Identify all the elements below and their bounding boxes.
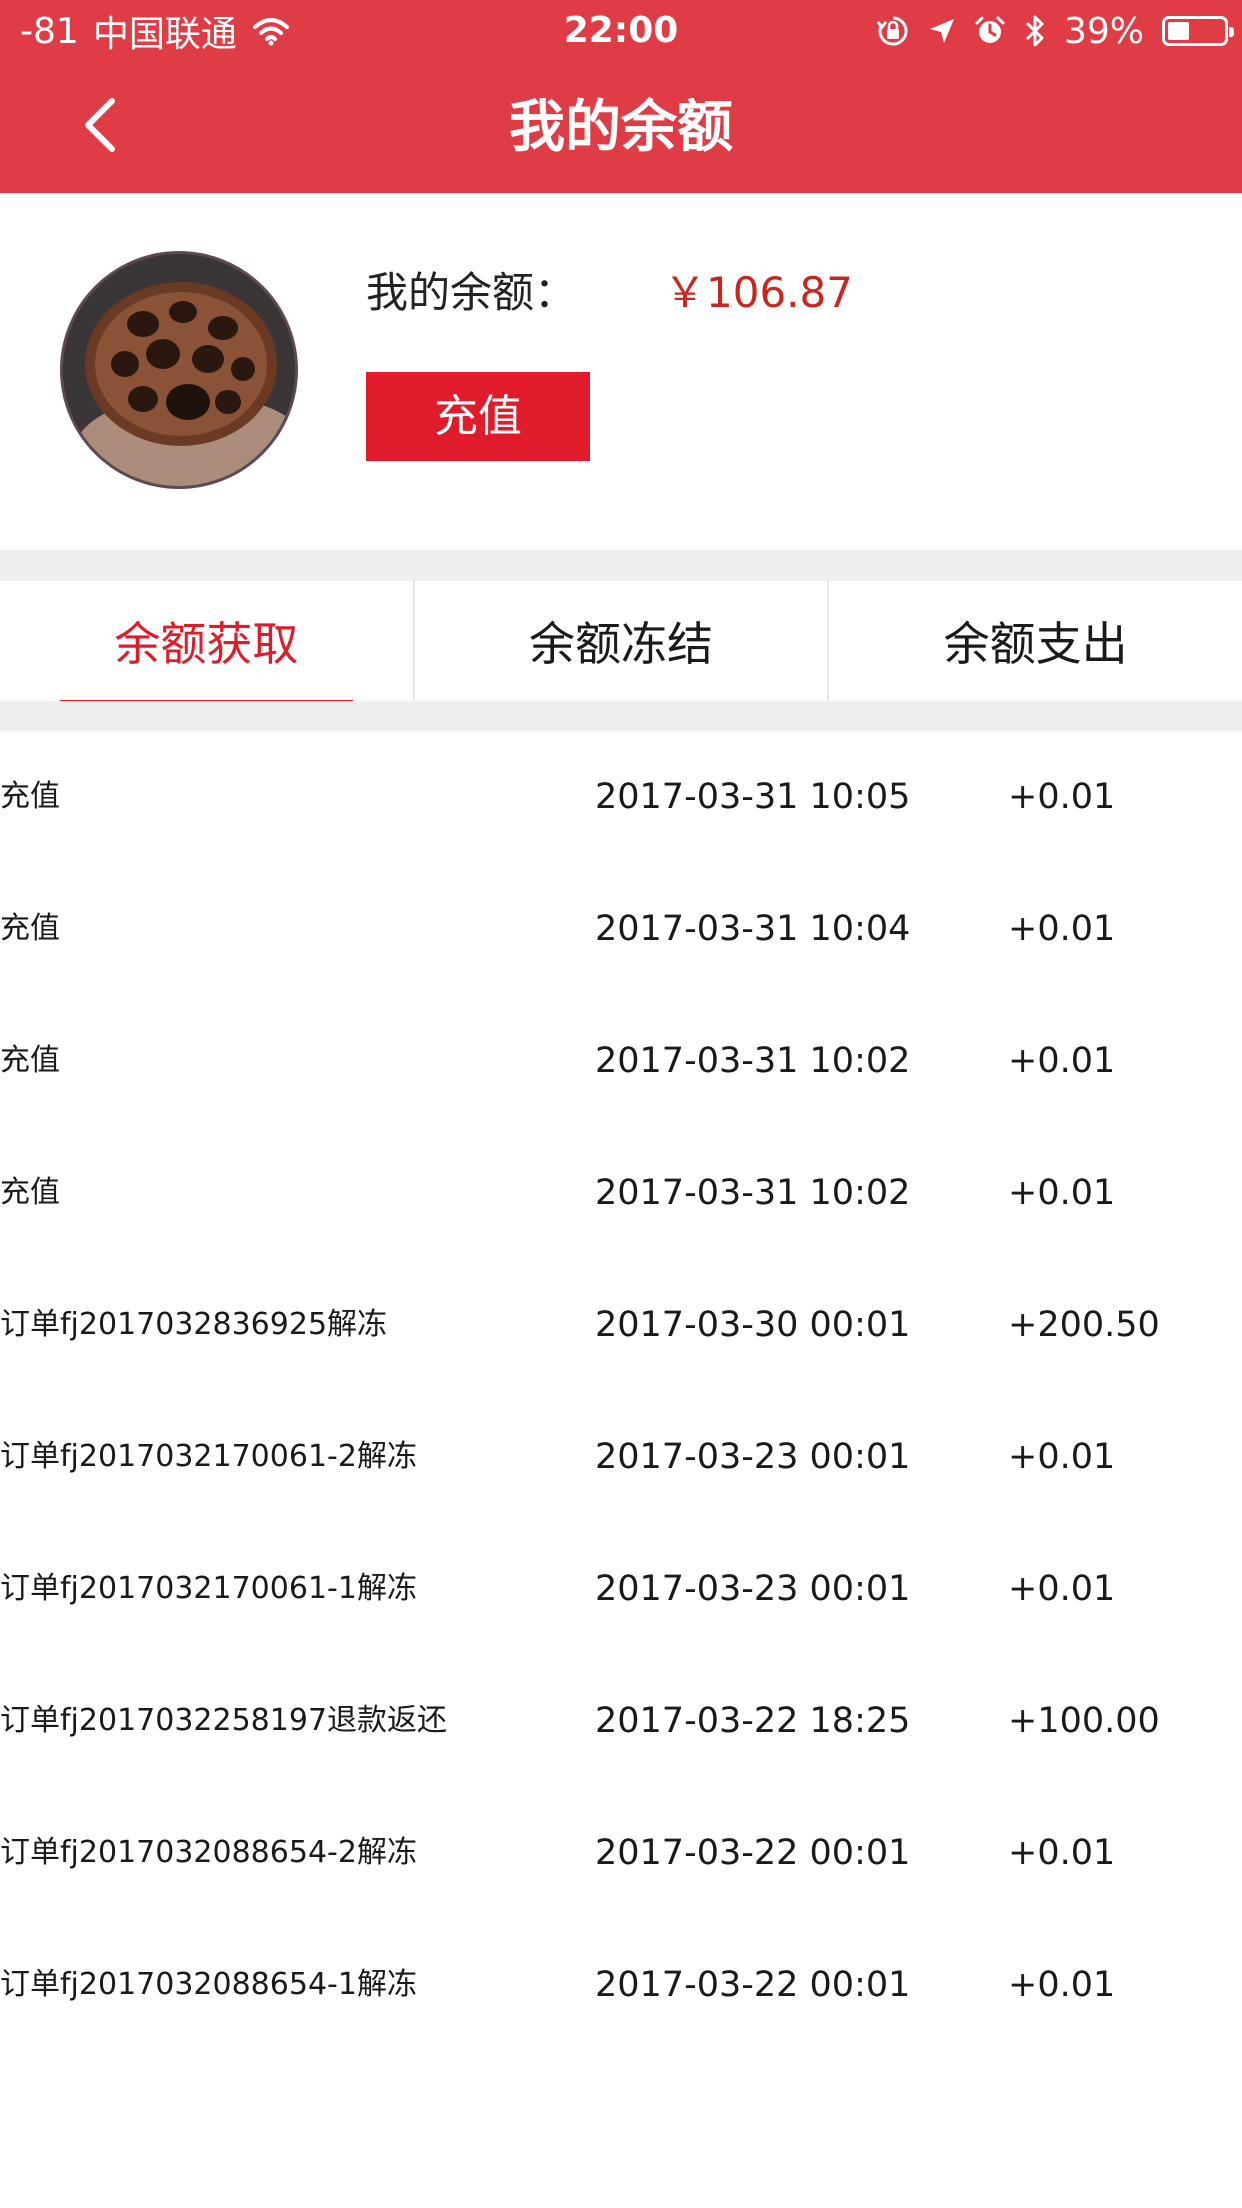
tab-balance-income[interactable]: 余额获取: [0, 581, 413, 706]
transaction-amount: +0.01: [1008, 1569, 1116, 1609]
table-row[interactable]: 充值 2017-03-31 10:04 +0.01: [0, 863, 1242, 995]
tab-label: 余额支出: [943, 617, 1128, 671]
transaction-description: 订单fj2017032258197退款返还: [0, 1703, 448, 1738]
recharge-button[interactable]: 充值: [366, 372, 590, 461]
app-header: -81 中国联通 22:00 39% 我的余额: [0, 0, 1242, 193]
wifi-icon: [251, 16, 291, 46]
tab-balance-frozen[interactable]: 余额冻结: [412, 581, 828, 701]
transaction-description: 订单fj2017032170061-2解冻: [0, 1439, 417, 1474]
tab-label: 余额冻结: [529, 617, 713, 671]
table-row[interactable]: 订单fj2017032258197退款返还 2017-03-22 18:25 +…: [0, 1655, 1242, 1787]
transaction-time: 2017-03-31 10:05: [595, 777, 911, 817]
transaction-time: 2017-03-22 18:25: [595, 1701, 911, 1741]
page-title: 我的余额: [509, 95, 733, 160]
back-button[interactable]: [70, 92, 130, 162]
section-divider: [0, 550, 1242, 581]
transaction-amount: +0.01: [1008, 1437, 1116, 1477]
transaction-amount: +0.01: [1008, 909, 1116, 949]
table-row[interactable]: 订单fj2017032170061-1解冻 2017-03-23 00:01 +…: [0, 1523, 1242, 1655]
table-row[interactable]: 充值 2017-03-31 10:02 +0.01: [0, 1127, 1242, 1259]
transaction-time: 2017-03-22 00:01: [595, 1965, 911, 2005]
carrier-name: 中国联通: [92, 14, 237, 55]
table-row[interactable]: 订单fj2017032170061-2解冻 2017-03-23 00:01 +…: [0, 1391, 1242, 1523]
transaction-amount: +0.01: [1008, 1041, 1116, 1081]
transaction-amount: +0.01: [1008, 1965, 1116, 2005]
transaction-time: 2017-03-31 10:02: [595, 1041, 911, 1081]
tab-balance-expense[interactable]: 余额支出: [827, 581, 1242, 701]
transaction-time: 2017-03-23 00:01: [595, 1437, 911, 1477]
transaction-description: 订单fj2017032836925解冻: [0, 1307, 388, 1342]
table-row[interactable]: 充值 2017-03-31 10:02 +0.01: [0, 995, 1242, 1127]
tab-label: 余额获取: [114, 617, 299, 671]
transaction-description: 充值: [0, 911, 60, 946]
battery-percent: 39%: [1063, 10, 1144, 52]
battery-tip: [1229, 27, 1234, 37]
balance-label: 我的余额：: [366, 268, 577, 317]
transaction-description: 订单fj2017032088654-2解冻: [0, 1835, 417, 1870]
status-bar: -81 中国联通 22:00 39%: [0, 0, 1242, 62]
signal-strength: -81: [20, 10, 79, 52]
section-divider: [0, 701, 1242, 731]
balance-amount: ￥106.87: [664, 268, 853, 317]
battery-icon: [1162, 16, 1234, 46]
balance-tabs: 余额获取 余额冻结 余额支出: [0, 581, 1242, 706]
nav-bar: 我的余额: [0, 62, 1242, 193]
transaction-description: 充值: [0, 1043, 60, 1078]
transaction-list: 充值 2017-03-31 10:05 +0.01 充值 2017-03-31 …: [0, 731, 1242, 2051]
transaction-amount: +0.01: [1008, 777, 1116, 817]
transaction-time: 2017-03-23 00:01: [595, 1569, 911, 1609]
transaction-amount: +0.01: [1008, 1833, 1116, 1873]
avatar[interactable]: [60, 251, 298, 489]
transaction-amount: +100.00: [1008, 1701, 1160, 1741]
transaction-amount: +200.50: [1008, 1305, 1160, 1345]
transaction-description: 充值: [0, 779, 60, 814]
battery-fill: [1168, 22, 1189, 40]
transaction-time: 2017-03-31 10:04: [595, 909, 911, 949]
chevron-left-icon: [80, 95, 120, 159]
rotation-lock-icon: [876, 14, 910, 48]
status-left: -81 中国联通: [20, 8, 291, 55]
transaction-amount: +0.01: [1008, 1173, 1116, 1213]
table-row[interactable]: 充值 2017-03-31 10:05 +0.01: [0, 731, 1242, 863]
table-row[interactable]: 订单fj2017032088654-1解冻 2017-03-22 00:01 +…: [0, 1919, 1242, 2051]
alarm-icon: [974, 15, 1006, 47]
transaction-description: 订单fj2017032088654-1解冻: [0, 1967, 417, 2002]
status-right: 39%: [876, 8, 1234, 54]
transaction-time: 2017-03-30 00:01: [595, 1305, 911, 1345]
location-icon: [928, 17, 956, 45]
table-row[interactable]: 订单fj2017032088654-2解冻 2017-03-22 00:01 +…: [0, 1787, 1242, 1919]
transaction-description: 充值: [0, 1175, 60, 1210]
balance-card: 我的余额： ￥106.87 充值: [0, 193, 1242, 550]
transaction-description: 订单fj2017032170061-1解冻: [0, 1571, 417, 1606]
transaction-time: 2017-03-22 00:01: [595, 1833, 911, 1873]
bluetooth-icon: [1024, 13, 1046, 49]
table-row[interactable]: 订单fj2017032836925解冻 2017-03-30 00:01 +20…: [0, 1259, 1242, 1391]
transaction-time: 2017-03-31 10:02: [595, 1173, 911, 1213]
